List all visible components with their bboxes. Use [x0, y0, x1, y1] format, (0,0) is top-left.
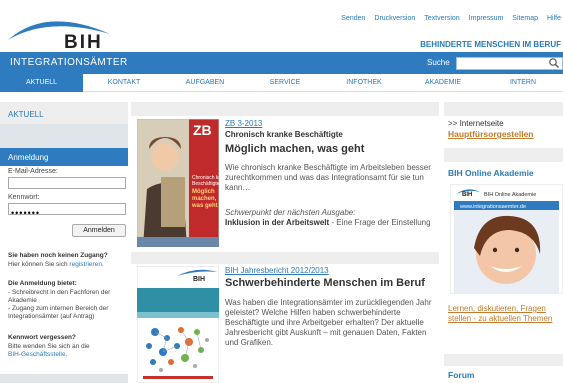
hauptfuersorgestellen-link[interactable]: Hauptfürsorgestellen — [448, 129, 534, 139]
email-field[interactable] — [8, 177, 126, 189]
password-label: Kennwort: — [8, 194, 40, 201]
teaser2-headline[interactable]: Schwerbehinderte Menschen im Beruf — [225, 277, 443, 289]
banner-url: www.integrationsaemter.de — [459, 204, 526, 210]
link-impressum[interactable]: Impressum — [469, 15, 504, 22]
forgot-text: Bitte wenden Sie sich an die BIH-Geschäf… — [8, 343, 90, 358]
internet-label: >> Internetseite — [448, 119, 504, 128]
main-top-band — [131, 102, 439, 116]
search-label: Suche — [427, 58, 450, 67]
teaser1-next: Inklusion in der Arbeitswelt - Eine Frag… — [225, 218, 431, 227]
link-textversion[interactable]: Textversion — [424, 15, 459, 22]
zb-magazine-cover-image[interactable]: ZB Chronisch kranke Beschäftigte Möglich… — [137, 119, 219, 247]
report-logo: BIH — [193, 276, 205, 283]
tagline: BEHINDERTE MENSCHEN IM BERUF — [420, 40, 561, 49]
cover-logo: ZB — [193, 122, 212, 138]
teaser1-headline[interactable]: Möglich machen, was geht — [225, 143, 443, 155]
online-akademie-banner-image[interactable]: BIH BIH Online Akademie www.integrations… — [450, 184, 563, 294]
learn-link[interactable]: Lernen, diskutieren, Fragen stellen - zu… — [448, 304, 563, 324]
bih-logo[interactable]: BIH — [6, 12, 116, 53]
nav-intern[interactable]: INTERN — [483, 74, 563, 92]
nav-service[interactable]: SERVICE — [245, 74, 325, 92]
link-sitemap[interactable]: Sitemap — [512, 15, 538, 22]
right-bottom-band — [444, 354, 563, 366]
main-mid-band — [131, 252, 439, 264]
sidebar-footer — [0, 374, 128, 383]
right-sidebar: >> Internetseite Hauptfürsorgestellen BI… — [444, 102, 563, 383]
teaser2-body: Was haben die Integrationsämter im zurüc… — [225, 298, 432, 347]
email-label: E-Mail-Adresse: — [8, 168, 58, 175]
main-nav: AKTUELL KONTAKT AUFGABEN SERVICE INFOTHE… — [0, 74, 563, 92]
svg-text:BIH: BIH — [462, 192, 472, 198]
nav-aufgaben[interactable]: AUFGABEN — [165, 74, 245, 92]
teaser1-body: Wie chronisch kranke Beschäftigte im Arb… — [225, 163, 431, 192]
link-druckversion[interactable]: Druckversion — [374, 15, 415, 22]
teaser1-subkicker: Chronisch kranke Beschäftigte — [225, 130, 343, 139]
teaser1-kicker[interactable]: ZB 3-2013 — [225, 119, 262, 128]
password-value: ••••••• — [11, 208, 41, 218]
forum-title[interactable]: Forum — [448, 370, 474, 380]
page-header: BIH Senden Druckversion Textversion Impr… — [0, 0, 563, 53]
left-sidebar: AKTUELL Anmeldung E-Mail-Adresse: Kennwo… — [0, 102, 128, 383]
right-top-band — [444, 102, 563, 116]
search-icon[interactable] — [548, 57, 560, 69]
benefits-title: Die Anmeldung bietet: — [8, 280, 77, 287]
banner-brand: BIH Online Akademie — [484, 192, 536, 198]
search-input[interactable] — [456, 57, 563, 70]
svg-text:machen,: machen, — [192, 196, 217, 202]
link-senden[interactable]: Senden — [341, 15, 365, 22]
no-access-text: Hier können Sie sich registrieren. — [8, 261, 104, 268]
teaser1-next-label: Schwerpunkt der nächsten Ausgabe: — [225, 208, 356, 217]
svg-text:Möglich: Möglich — [192, 189, 215, 195]
benefit-1: - Schreibrecht in den Fachforen der Akad… — [8, 289, 111, 304]
nav-kontakt[interactable]: KONTAKT — [83, 74, 165, 92]
main-content: ZB Chronisch kranke Beschäftigte Möglich… — [131, 102, 439, 383]
svg-text:Beschäftigte: Beschäftigte — [192, 181, 219, 187]
register-link[interactable]: registrieren. — [69, 261, 103, 268]
nav-akademie[interactable]: AKADEMIE — [403, 74, 483, 92]
teaser2-kicker[interactable]: BIH Jahresbericht 2012/2013 — [225, 266, 329, 275]
top-links: Senden Druckversion Textversion Impressu… — [332, 15, 561, 22]
svg-text:was geht: was geht — [191, 203, 218, 209]
office-link[interactable]: BIH-Geschäftsstelle. — [8, 351, 67, 358]
forgot-title: Kennwort vergessen? — [8, 334, 76, 341]
akademie-title[interactable]: BIH Online Akademie — [448, 168, 534, 178]
sidebar-section-title[interactable]: AKTUELL — [0, 102, 128, 124]
right-mid-band — [444, 148, 563, 162]
no-access-title: Sie haben noch keinen Zugang? — [8, 252, 108, 259]
site-title[interactable]: INTEGRATIONSÄMTER — [10, 57, 128, 68]
annual-report-cover-image[interactable]: BIH — [137, 266, 219, 383]
sidebar-divider — [0, 124, 128, 148]
site-bar: INTEGRATIONSÄMTER Suche — [0, 52, 563, 74]
login-header: Anmeldung — [0, 148, 128, 166]
login-button[interactable]: Anmelden — [72, 224, 126, 237]
nav-infothek[interactable]: INFOTHEK — [325, 74, 403, 92]
benefit-2: - Zugang zum internen Bereich der Integr… — [8, 305, 109, 320]
nav-aktuell[interactable]: AKTUELL — [0, 74, 83, 92]
link-hilfe[interactable]: Hilfe — [547, 15, 561, 22]
logo-text: BIH — [64, 32, 103, 53]
